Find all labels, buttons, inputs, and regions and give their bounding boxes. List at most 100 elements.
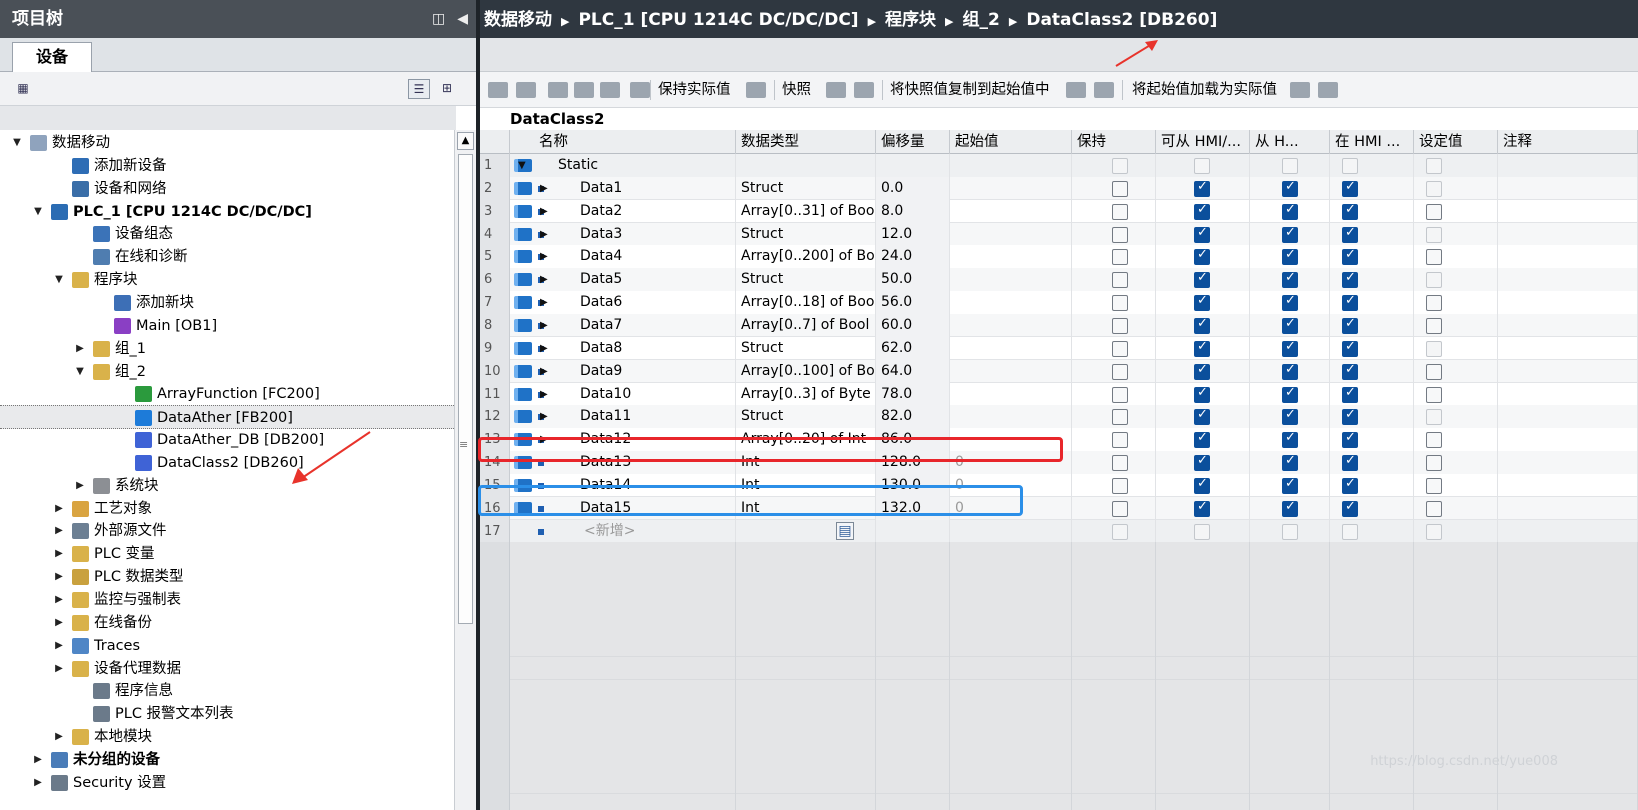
checkbox-hmi3[interactable] [1342, 362, 1358, 380]
split-view-icon[interactable]: ◫ [432, 0, 445, 38]
cell-start[interactable] [950, 405, 1072, 429]
cell-start[interactable] [950, 245, 1072, 269]
tree-item[interactable]: ▼ 程序块 [0, 268, 454, 292]
table-cell[interactable] [1498, 268, 1638, 292]
tree-item[interactable]: PLC 报警文本列表 [0, 702, 454, 726]
cell-name[interactable] [534, 268, 736, 292]
collapsed-arrow-icon[interactable]: ▶ [540, 200, 548, 223]
monitor-icon[interactable] [630, 82, 650, 98]
collapsed-arrow-icon[interactable]: ▶ [52, 657, 66, 681]
column-header[interactable]: 从 H... [1250, 130, 1330, 154]
checkbox-keep[interactable] [1112, 272, 1128, 289]
cell-type[interactable]: Array[0..3] of Byte [736, 382, 876, 406]
table-cell[interactable] [1498, 176, 1638, 200]
table-row[interactable]: 5 ▶ Data4 Array[0..200] of Bool 24.0 [480, 245, 1638, 269]
cell-start[interactable] [950, 268, 1072, 292]
checkbox-setp[interactable] [1426, 523, 1442, 540]
tree-item[interactable]: ▶ 系统块 [0, 474, 454, 498]
checkbox-hmi1[interactable] [1194, 385, 1210, 403]
checkbox-hmi1[interactable] [1194, 225, 1210, 243]
table-cell[interactable] [1498, 496, 1638, 520]
tree-item[interactable]: ▶ Security 设置 [0, 771, 454, 795]
checkbox-keep[interactable] [1112, 158, 1128, 174]
expanded-arrow-icon[interactable]: ▼ [73, 360, 87, 384]
list-view-icon[interactable]: ☰ [408, 79, 430, 99]
collapsed-arrow-icon[interactable]: ▶ [540, 177, 548, 200]
row-number[interactable]: 11 [480, 382, 510, 406]
row-number[interactable]: 1 [480, 154, 510, 177]
row-number[interactable]: 10 [480, 359, 510, 383]
tree-item[interactable]: DataAther [FB200] [0, 405, 454, 430]
row-number[interactable]: 17 [480, 519, 510, 543]
collapsed-arrow-icon[interactable]: ▶ [540, 268, 548, 291]
checkbox-setp[interactable] [1426, 226, 1442, 243]
checkbox-keep[interactable] [1112, 500, 1128, 517]
cell-type[interactable]: Struct [736, 222, 876, 246]
cell-start[interactable] [950, 359, 1072, 383]
tree-item[interactable]: ▶ 工艺对象 [0, 497, 454, 521]
checkbox-keep[interactable] [1112, 249, 1128, 266]
checkbox-hmi1[interactable] [1194, 476, 1210, 494]
cell-type[interactable]: Struct [736, 336, 876, 360]
checkbox-hmi2[interactable] [1282, 247, 1298, 266]
table-row[interactable]: 9 ▶ Data8 Struct 62.0 [480, 336, 1638, 361]
tree-item[interactable]: ▶ 设备代理数据 [0, 657, 454, 681]
table-row[interactable]: 4 ▶ Data3 Struct 12.0 [480, 222, 1638, 247]
table-row[interactable]: 14 Data13 Int 128.0 0 [480, 451, 1638, 475]
cell-type[interactable]: Int [736, 451, 876, 475]
collapsed-arrow-icon[interactable]: ▶ [52, 588, 66, 612]
tree-item[interactable]: 添加新设备 [0, 154, 454, 178]
checkbox-hmi1[interactable] [1194, 158, 1210, 174]
checkbox-keep[interactable] [1112, 226, 1128, 243]
cell-type[interactable]: Array[0..7] of Bool [736, 313, 876, 337]
cell-start[interactable] [950, 313, 1072, 337]
cell-type[interactable]: Array[0..100] of Bool [736, 359, 876, 383]
cell-name[interactable] [534, 473, 736, 497]
checkbox-keep[interactable] [1112, 409, 1128, 426]
checkbox-hmi1[interactable] [1194, 316, 1210, 334]
overview-icon[interactable]: ⊞ [436, 79, 458, 99]
row-number[interactable]: 16 [480, 496, 510, 520]
expand-all-icon[interactable] [548, 82, 568, 98]
cell-offset[interactable]: 78.0 [876, 382, 950, 406]
cell-offset[interactable]: 86.0 [876, 428, 950, 452]
collapse-all-icon[interactable] [574, 82, 594, 98]
row-number[interactable]: 7 [480, 291, 510, 315]
checkbox-hmi1[interactable] [1194, 293, 1210, 312]
checkbox-setp[interactable] [1426, 455, 1442, 472]
cell-name[interactable] [534, 382, 736, 406]
tree-item[interactable]: 设备和网络 [0, 177, 454, 201]
copy-snapshot-icon[interactable] [1066, 82, 1086, 98]
column-header[interactable]: 名称 [534, 130, 736, 154]
checkbox-hmi2[interactable] [1282, 499, 1298, 517]
collapsed-arrow-icon[interactable]: ▶ [31, 771, 45, 795]
table-cell[interactable] [1498, 382, 1638, 406]
structure-view-icon[interactable] [600, 82, 620, 98]
tree-item[interactable]: 在线和诊断 [0, 245, 454, 269]
properties-icon[interactable]: ▦ [12, 79, 34, 99]
snapshot-copy-icon[interactable] [826, 82, 846, 98]
row-number[interactable]: 15 [480, 473, 510, 497]
cell-offset[interactable]: 128.0 [876, 451, 950, 475]
tree-item[interactable]: 程序信息 [0, 679, 454, 703]
table-row[interactable]: 13 ▶ Data12 Array[0..20] of Int 86.0 [480, 428, 1638, 452]
collapsed-arrow-icon[interactable]: ▶ [52, 565, 66, 589]
table-row[interactable]: 1 ▼ Static [480, 154, 1638, 178]
tree-item[interactable]: ▶ PLC 变量 [0, 542, 454, 566]
cell-name[interactable] [534, 222, 736, 246]
checkbox-hmi2[interactable] [1282, 430, 1298, 449]
expanded-arrow-icon[interactable]: ▼ [518, 154, 526, 177]
checkbox-setp[interactable] [1426, 295, 1442, 312]
table-cell[interactable] [1498, 359, 1638, 383]
checkbox-hmi3[interactable] [1342, 476, 1358, 494]
row-number[interactable]: 6 [480, 268, 510, 292]
cell-name[interactable] [534, 291, 736, 315]
checkbox-hmi1[interactable] [1194, 270, 1210, 289]
table-row[interactable]: 15 Data14 Int 130.0 0 [480, 473, 1638, 498]
cell-start[interactable]: 0 [950, 473, 1072, 497]
cell-name[interactable] [534, 245, 736, 269]
collapsed-arrow-icon[interactable]: ▶ [52, 542, 66, 566]
checkbox-hmi1[interactable] [1194, 453, 1210, 472]
checkbox-hmi3[interactable] [1342, 339, 1358, 357]
checkbox-keep[interactable] [1112, 317, 1128, 334]
